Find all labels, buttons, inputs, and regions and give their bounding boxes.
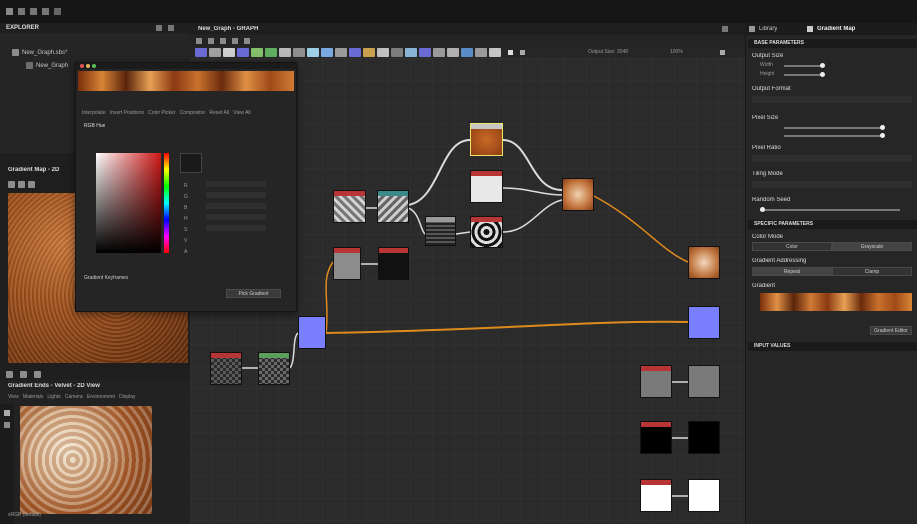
current-color-swatch xyxy=(180,153,202,173)
color-mode-grayscale-button[interactable]: Grayscale xyxy=(832,242,912,251)
output-metallic[interactable] xyxy=(688,421,720,454)
node-gradient-map[interactable] xyxy=(470,123,503,156)
input-values-header[interactable]: INPUT VALUES xyxy=(748,342,917,351)
tab-compositor[interactable]: Compositor xyxy=(180,110,206,116)
tiling-mode-label: Tiling Mode xyxy=(752,171,783,177)
gradient-label: Gradient xyxy=(752,283,776,289)
output-format-label: Output Format xyxy=(752,86,791,92)
tab-invert-positions[interactable]: Invert Positions xyxy=(110,110,144,116)
gradient-editor-window: Interpolate Invert Positions Color Picke… xyxy=(75,62,297,312)
channel-fields xyxy=(206,181,266,236)
tab-interpolate[interactable]: Interpolate xyxy=(82,110,106,116)
wire-white-4 xyxy=(502,199,563,233)
gradient-addressing-label: Gradient Addressing xyxy=(752,258,807,264)
output-normal[interactable] xyxy=(688,306,720,339)
tab-reset-all[interactable]: Reset All xyxy=(209,110,229,116)
tab-library[interactable]: Library xyxy=(759,26,777,32)
width-slider[interactable] xyxy=(784,63,825,68)
node-blend[interactable] xyxy=(425,216,456,246)
channel-b: B xyxy=(184,205,188,211)
pixel-size-height-slider[interactable] xyxy=(784,133,885,138)
node-uniform-white[interactable] xyxy=(470,170,503,203)
channel-s: S xyxy=(184,227,188,233)
pixel-ratio-dropdown[interactable] xyxy=(752,155,912,162)
tiling-mode-dropdown[interactable] xyxy=(752,181,912,188)
gradient-window-titlebar[interactable] xyxy=(76,63,296,69)
wire-white-6 xyxy=(407,207,426,235)
wire-orange-2 xyxy=(591,194,689,263)
color-mode-label: RGB Hue xyxy=(84,123,106,129)
channel-field-h[interactable] xyxy=(206,214,266,220)
wire-white-7 xyxy=(455,231,471,235)
window-max-icon[interactable] xyxy=(92,64,96,68)
specific-parameters-header[interactable]: SPECIFIC PARAMETERS xyxy=(748,220,917,229)
channel-g: G xyxy=(184,194,188,200)
channel-field-r[interactable] xyxy=(206,181,266,187)
channel-field-b[interactable] xyxy=(206,203,266,209)
window-close-icon[interactable] xyxy=(80,64,84,68)
base-parameters-header[interactable]: BASE PARAMETERS xyxy=(748,39,917,48)
channel-field-s[interactable] xyxy=(206,225,266,231)
wire-orange-3 xyxy=(325,261,334,334)
window-min-icon[interactable] xyxy=(86,64,90,68)
pixel-ratio-label: Pixel Ratio xyxy=(752,145,781,151)
tab-color-picker[interactable]: Color Picker xyxy=(148,110,175,116)
height-label: Height xyxy=(760,71,775,77)
pixel-size-label: Pixel Size xyxy=(752,115,779,121)
node-noise-a[interactable] xyxy=(333,190,366,223)
library-icon[interactable] xyxy=(749,26,755,32)
pixel-size-width-slider[interactable] xyxy=(784,125,885,130)
channel-r: R xyxy=(184,183,188,189)
right-tab-bar: Library Gradient Map xyxy=(745,23,917,35)
gradient-tab-icon[interactable] xyxy=(807,26,813,32)
channel-labels: R G B H S V A xyxy=(184,181,188,258)
node-gray-a[interactable] xyxy=(333,247,361,280)
output-height[interactable] xyxy=(688,479,720,512)
height-slider[interactable] xyxy=(784,72,825,77)
node-gray-b[interactable] xyxy=(640,365,672,398)
color-mode-row-label: Color Mode xyxy=(752,234,784,240)
channel-a: A xyxy=(184,249,188,255)
node-checker-a[interactable] xyxy=(210,352,242,385)
output-size-row: Output Size xyxy=(752,53,784,59)
gradient-tabs: Interpolate Invert Positions Color Picke… xyxy=(82,110,251,116)
wire-white-10 xyxy=(289,332,299,369)
channel-h: H xyxy=(184,216,188,222)
wire-white-1 xyxy=(407,139,471,206)
node-blend-final[interactable] xyxy=(562,178,594,211)
addressing-repeat-button[interactable]: Repeat xyxy=(752,267,832,276)
pick-gradient-button[interactable]: Pick Gradient xyxy=(226,289,281,298)
color-mode-color-button[interactable]: Color xyxy=(752,242,832,251)
gradient-keyframes-label: Gradient Keyframes xyxy=(84,275,129,281)
gradient-preview-strip[interactable] xyxy=(760,293,912,311)
wire-orange-1 xyxy=(325,320,689,334)
wire-white-2 xyxy=(502,139,563,191)
node-mask[interactable] xyxy=(470,216,503,248)
output-roughness[interactable] xyxy=(688,365,720,398)
node-noise-b[interactable] xyxy=(377,190,409,223)
output-basecolor[interactable] xyxy=(688,246,720,279)
hue-strip[interactable] xyxy=(164,153,169,253)
width-label: Width xyxy=(760,62,773,68)
node-normal-a[interactable] xyxy=(298,316,326,349)
tab-view-all[interactable]: View All xyxy=(233,110,250,116)
channel-field-g[interactable] xyxy=(206,192,266,198)
node-white-b[interactable] xyxy=(640,479,672,512)
node-black-b[interactable] xyxy=(640,421,672,454)
addressing-clamp-button[interactable]: Clamp xyxy=(832,267,912,276)
color-field[interactable] xyxy=(96,153,161,253)
random-seed-slider[interactable] xyxy=(760,207,900,212)
node-checker-b[interactable] xyxy=(258,352,290,385)
node-black-a[interactable] xyxy=(378,247,409,280)
tab-gradient-map[interactable]: Gradient Map xyxy=(817,26,855,32)
gradient-editor-button[interactable]: Gradient Editor xyxy=(870,326,912,335)
random-seed-label: Random Seed xyxy=(752,197,791,203)
channel-v: V xyxy=(184,238,188,244)
output-format-dropdown[interactable] xyxy=(752,96,912,103)
gradient-strip[interactable] xyxy=(78,71,294,91)
